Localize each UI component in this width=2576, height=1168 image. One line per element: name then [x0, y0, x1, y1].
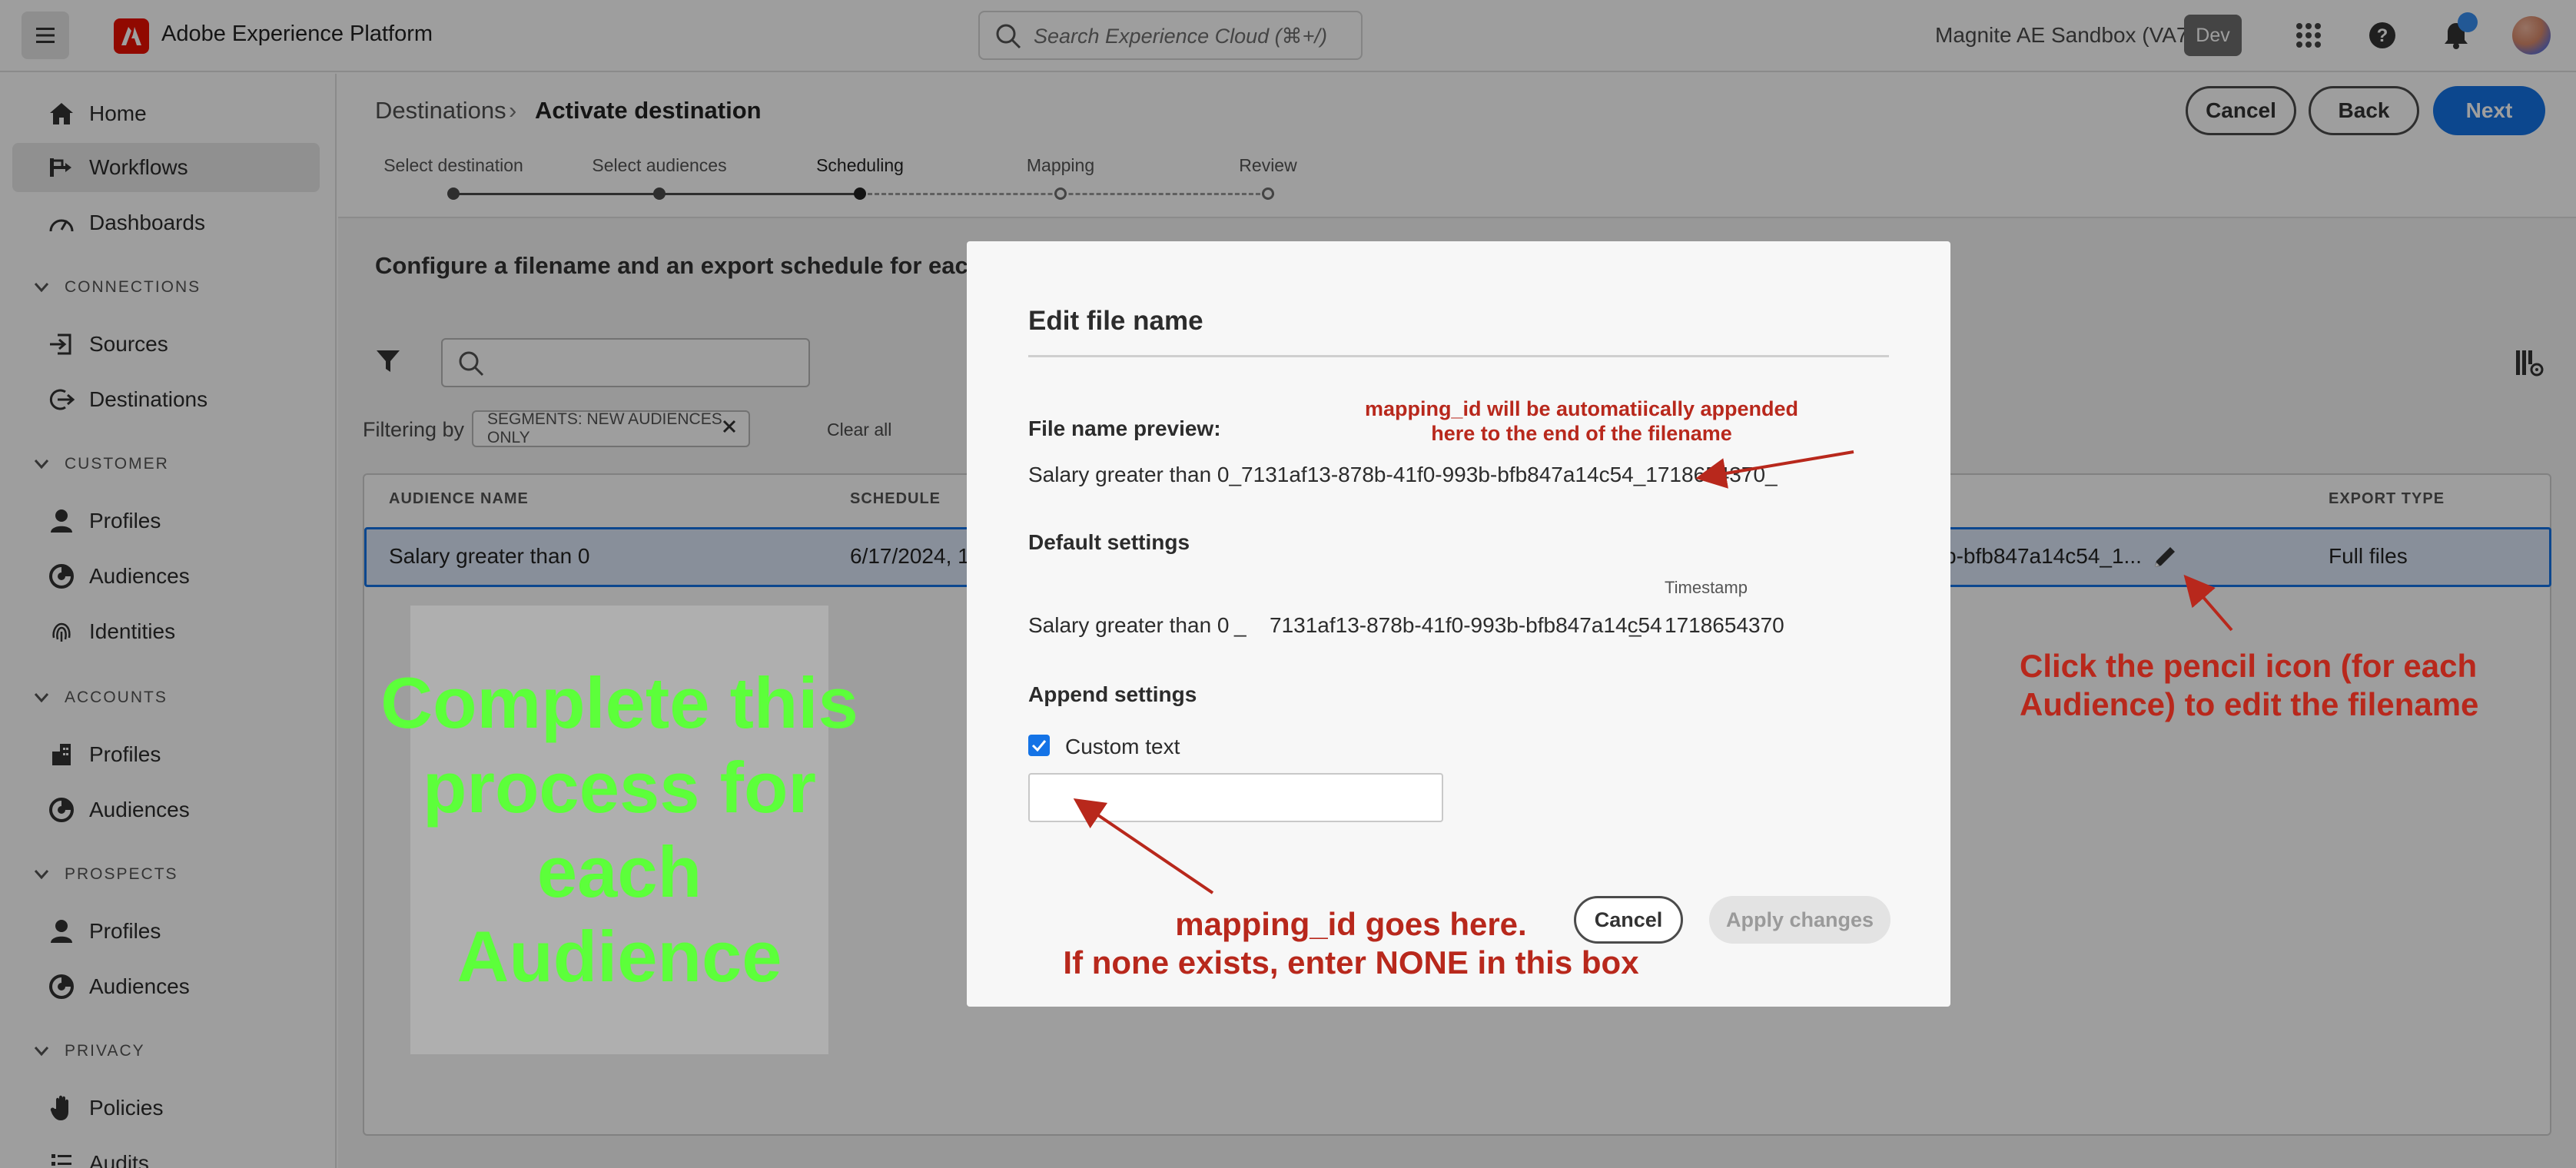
- arrow-to-custom-text: [1073, 798, 1214, 894]
- arrow-to-filename-end: [1695, 450, 1854, 489]
- arrow-to-pencil: [2183, 574, 2233, 632]
- annotation-arrows: [1073, 450, 2233, 894]
